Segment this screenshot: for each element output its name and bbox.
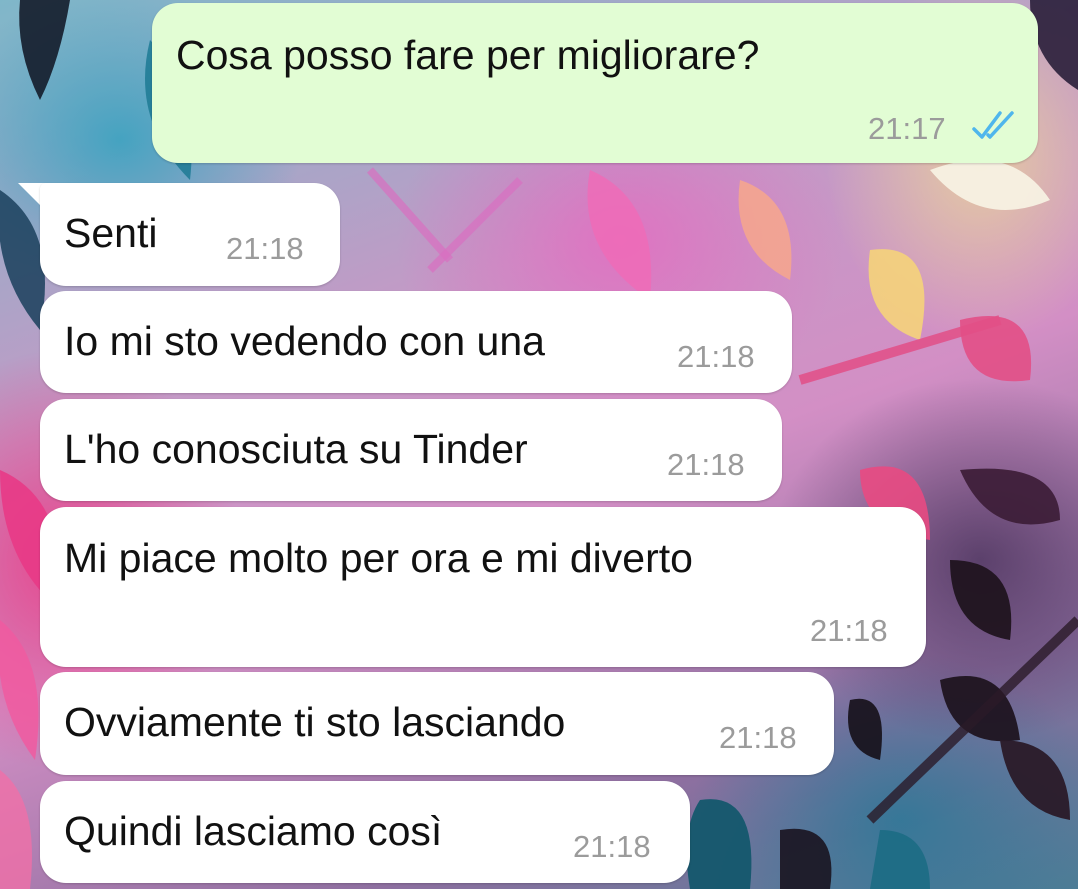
message-text: Cosa posso fare per migliorare?	[176, 32, 760, 78]
message-text: L'ho conosciuta su Tinder	[64, 426, 528, 472]
message-timestamp: 21:18	[226, 231, 304, 266]
message-timestamp: 21:18	[810, 613, 888, 648]
double-check-icon	[972, 111, 1014, 139]
message-timestamp: 21:18	[667, 447, 745, 482]
message-text: Mi piace molto per ora e mi diverto	[64, 535, 693, 581]
message-timestamp: 21:18	[719, 720, 797, 755]
message-timestamp: 21:17	[868, 111, 946, 146]
incoming-message-bubble[interactable]: Mi piace molto per ora e mi diverto 21:1…	[40, 507, 926, 667]
incoming-message-bubble[interactable]: Ovviamente ti sto lasciando 21:18	[40, 672, 834, 775]
incoming-message-bubble[interactable]: Io mi sto vedendo con una 21:18	[40, 291, 792, 393]
message-timestamp: 21:18	[677, 339, 755, 374]
incoming-message-bubble[interactable]: Senti 21:18	[40, 183, 340, 286]
message-text: Quindi lasciamo così	[64, 808, 443, 854]
outgoing-message-bubble[interactable]: Cosa posso fare per migliorare? 21:17	[152, 3, 1038, 163]
message-text: Io mi sto vedendo con una	[64, 318, 545, 364]
message-text: Ovviamente ti sto lasciando	[64, 699, 566, 745]
message-timestamp: 21:18	[573, 829, 651, 864]
incoming-message-bubble[interactable]: L'ho conosciuta su Tinder 21:18	[40, 399, 782, 501]
incoming-message-bubble[interactable]: Quindi lasciamo così 21:18	[40, 781, 690, 883]
message-text: Senti	[64, 210, 158, 256]
